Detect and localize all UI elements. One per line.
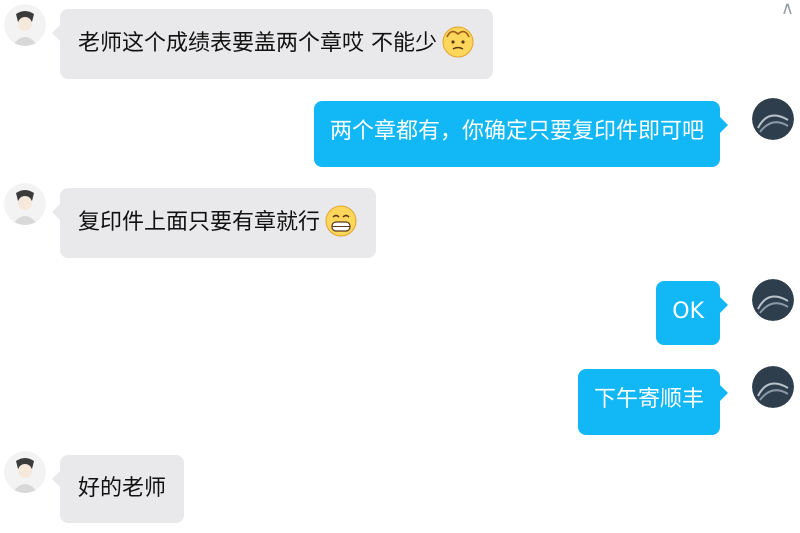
message-text: 复印件上面只要有章就行 — [78, 210, 321, 235]
message-text: 老师这个成绩表要盖两个章哎 不能少 — [78, 31, 437, 56]
my-avatar[interactable] — [752, 279, 794, 321]
incoming-message-bubble: 老师这个成绩表要盖两个章哎 不能少 — [52, 9, 493, 79]
outgoing-message-bubble: 两个章都有，你确定只要复印件即可吧 — [313, 101, 729, 167]
outgoing-message-bubble: OK — [656, 281, 728, 345]
contact-avatar[interactable] — [4, 183, 46, 225]
old-man-face-icon — [441, 25, 475, 59]
scroll-top-icon[interactable]: ∧ — [781, 0, 794, 18]
contact-avatar[interactable] — [4, 451, 46, 493]
outgoing-message-bubble: 下午寄顺丰 — [577, 369, 729, 435]
message-text: 好的老师 — [78, 476, 167, 501]
grin-face-icon — [324, 204, 358, 238]
message-text: OK — [672, 299, 704, 324]
message-text: 下午寄顺丰 — [593, 387, 704, 412]
my-avatar[interactable] — [752, 366, 794, 408]
contact-avatar[interactable] — [4, 4, 46, 46]
incoming-message-bubble: 好的老师 — [51, 455, 185, 523]
message-text: 两个章都有，你确定只要复印件即可吧 — [329, 119, 704, 144]
incoming-message-bubble: 复印件上面只要有章就行 — [51, 188, 377, 258]
my-avatar[interactable] — [752, 98, 794, 140]
